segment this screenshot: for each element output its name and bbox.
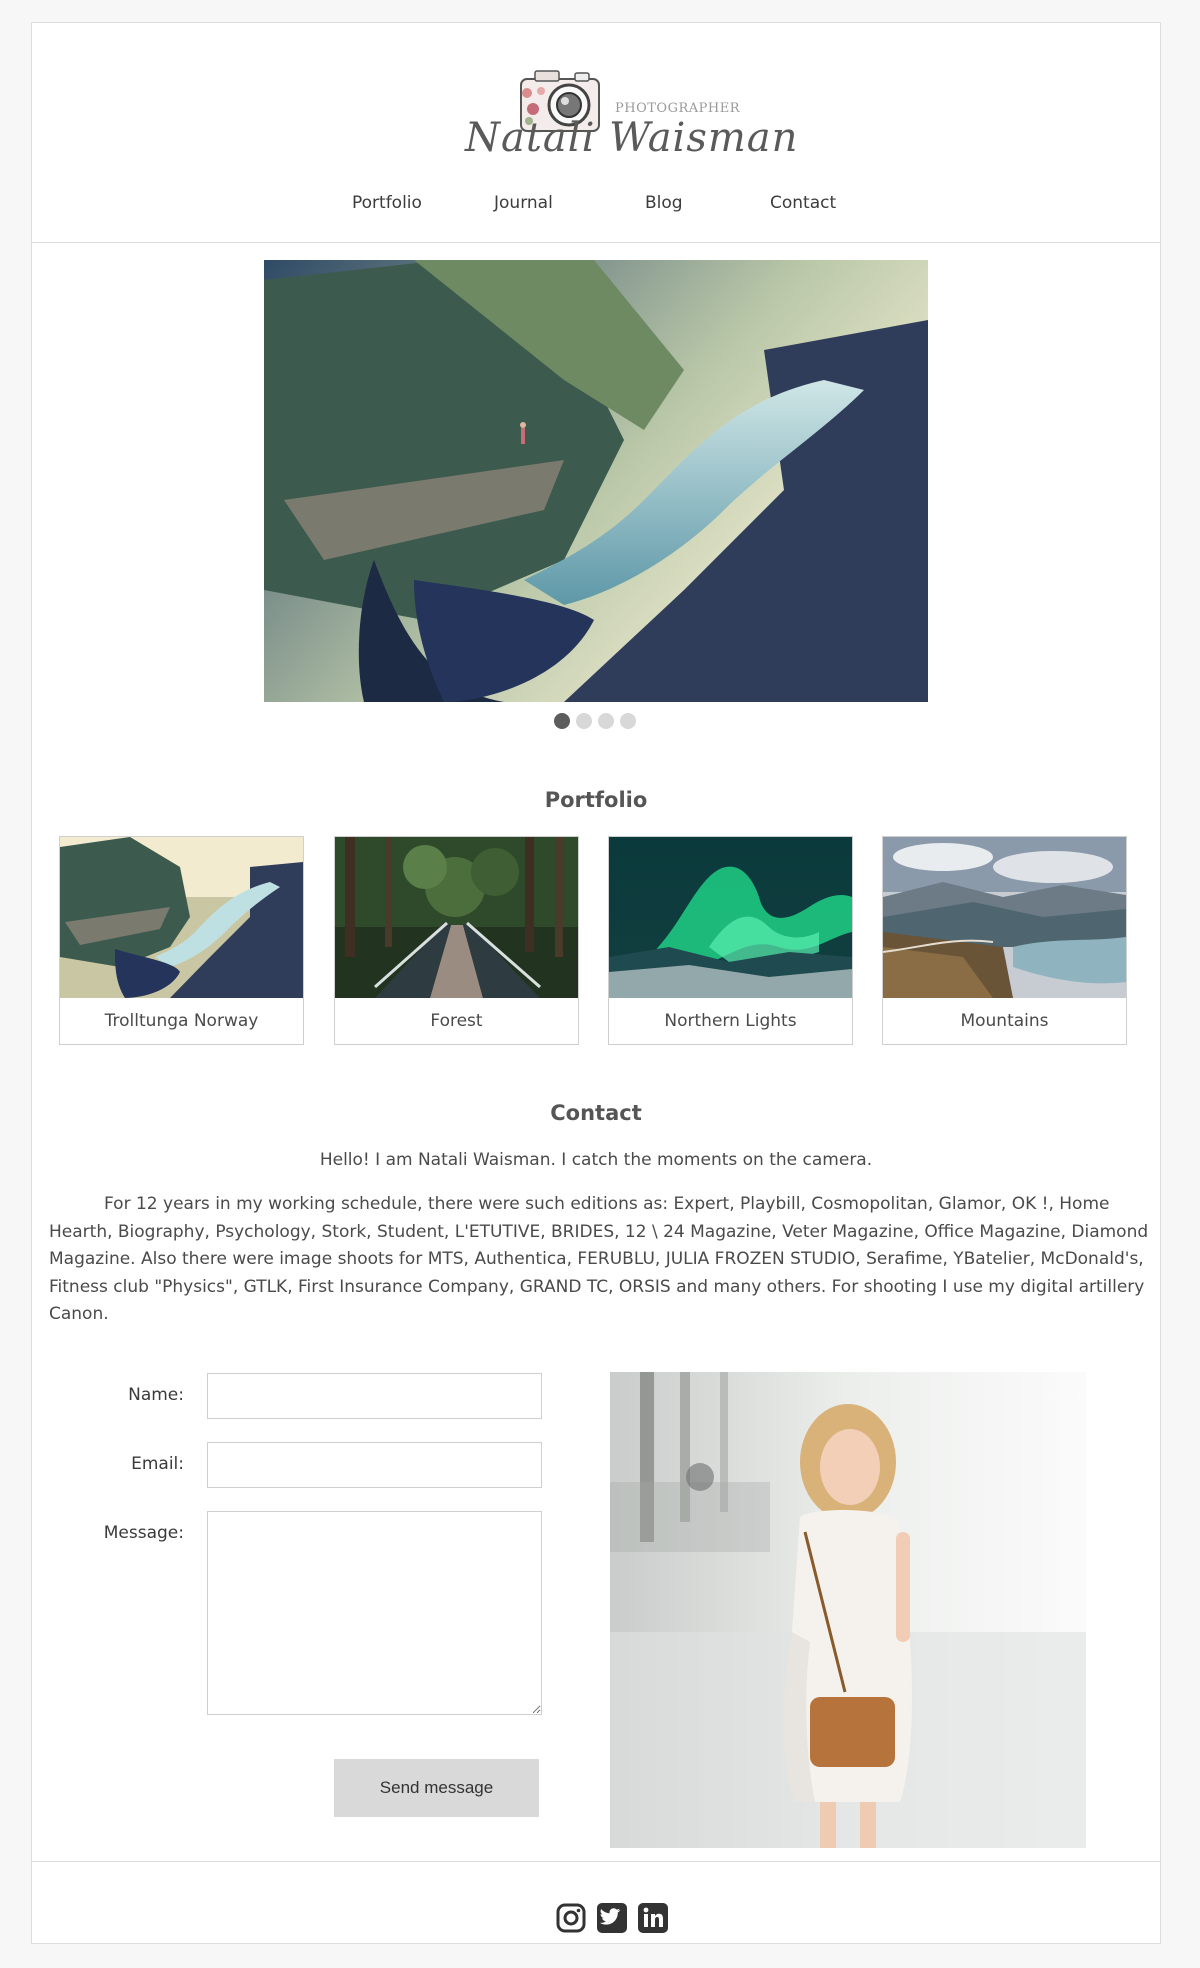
portfolio-caption: Mountains <box>960 1011 1049 1031</box>
portfolio-card-trolltunga[interactable]: Trolltunga Norway <box>59 836 304 1045</box>
contact-bio: For 12 years in my working schedule, the… <box>49 1194 1149 1324</box>
email-input[interactable] <box>207 1442 542 1488</box>
name-label: Name: <box>128 1385 184 1405</box>
main-nav: Portfolio Journal Blog Contact <box>32 193 1160 223</box>
portfolio-caption: Forest <box>430 1011 483 1031</box>
slider-dot-3[interactable] <box>598 713 614 729</box>
portrait-photo <box>610 1372 1086 1848</box>
instagram-icon[interactable] <box>555 1902 587 1934</box>
slider-dot-2[interactable] <box>576 713 592 729</box>
slider-dot-1[interactable] <box>554 713 570 729</box>
linkedin-icon[interactable] <box>637 1902 669 1934</box>
slider-dot-4[interactable] <box>620 713 636 729</box>
nav-item-portfolio[interactable]: Portfolio <box>352 193 422 213</box>
portfolio-card-mountains[interactable]: Mountains <box>882 836 1127 1045</box>
message-textarea[interactable] <box>207 1511 542 1715</box>
site-footer <box>32 1861 1160 1944</box>
page-container: PHOTOGRAPHER Natali Waisman Portfolio Jo… <box>31 22 1161 1944</box>
site-logo[interactable]: PHOTOGRAPHER Natali Waisman <box>461 45 799 185</box>
logo-name: Natali Waisman <box>465 115 799 161</box>
name-input[interactable] <box>207 1373 542 1419</box>
portfolio-caption: Northern Lights <box>664 1011 797 1031</box>
portfolio-thumb-trolltunga <box>60 837 303 998</box>
portfolio-heading: Portfolio <box>544 788 648 812</box>
slider-dots <box>554 713 654 729</box>
portfolio-card-forest[interactable]: Forest <box>334 836 579 1045</box>
twitter-icon[interactable] <box>596 1902 628 1934</box>
logo-tagline: PHOTOGRAPHER <box>615 101 740 116</box>
send-message-button[interactable]: Send message <box>334 1759 539 1817</box>
hero-slide-image <box>264 260 928 702</box>
contact-heading: Contact <box>550 1101 642 1125</box>
portfolio-thumb-northern-lights <box>609 837 852 998</box>
message-label: Message: <box>103 1523 184 1543</box>
portfolio-caption: Trolltunga Norway <box>104 1011 259 1031</box>
site-header: PHOTOGRAPHER Natali Waisman Portfolio Jo… <box>32 23 1160 243</box>
portfolio-thumb-forest <box>335 837 578 998</box>
contact-intro: Hello! I am Natali Waisman. I catch the … <box>319 1150 873 1170</box>
nav-item-contact[interactable]: Contact <box>770 193 836 213</box>
nav-item-journal[interactable]: Journal <box>494 193 553 213</box>
nav-item-blog[interactable]: Blog <box>645 193 683 213</box>
portfolio-thumb-mountains <box>883 837 1126 998</box>
email-label: Email: <box>131 1454 184 1474</box>
portfolio-card-northern-lights[interactable]: Northern Lights <box>608 836 853 1045</box>
